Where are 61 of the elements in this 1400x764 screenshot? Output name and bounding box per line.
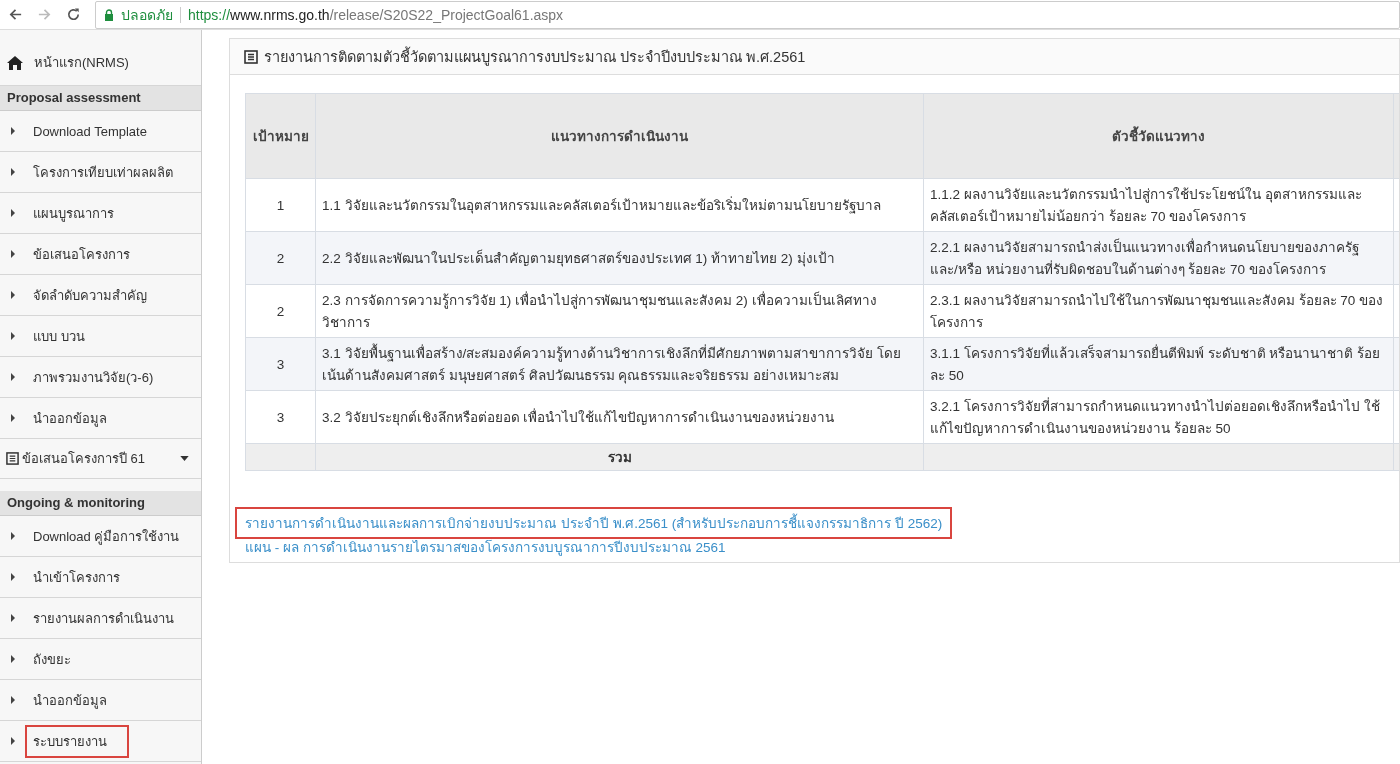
column-header: แนวทางการดำเนินงาน: [315, 93, 924, 179]
table-cell: 3.1 วิจัยพื้นฐานเพื่อสร้าง/สะสมองค์ความรู้ทางด้านวิชาการเชิงลึกที่มีศักยภาพตามสาขาการวิจัย โดยเน้นด้านสังคมศาสตร์ มนุษยศาสตร์ ศิลปวัฒนธรรม คุณธรรมและจริยธรรม อย่างเหมาะสม: [315, 337, 924, 391]
bullet-icon: [11, 127, 15, 135]
bullet-icon: [11, 373, 15, 381]
bullet-icon: [11, 696, 15, 704]
house-icon: [7, 55, 23, 70]
bullet-icon: [11, 655, 15, 663]
table-cell: 2.2 วิจัยและพัฒนาในประเด็นสำคัญตามยุทธศาสตร์ของประเทศ 1) ท้าทายไทย 2) มุ่งเป้า: [315, 231, 924, 285]
section-heading: Ongoing & monitoring: [0, 491, 201, 516]
caret-icon: [180, 456, 189, 461]
total-label: รวม: [315, 443, 924, 471]
sidebar-item[interactable]: โครงการเทียบเท่าผลผลิต: [27, 157, 179, 187]
document-icon: [6, 452, 19, 465]
security-label: ปลอดภัย: [121, 5, 173, 25]
dropdown-menu-item[interactable]: ข้อเสนอโครงการปี 61: [0, 439, 201, 479]
table-cell: 1: [245, 178, 316, 232]
bullet-icon: [11, 414, 15, 422]
address-bar[interactable]: ปลอดภัย https://www.nrms.go.th/release/S20S22_ProjectGoal61.aspx: [95, 0, 1400, 29]
table-cell: 2: [245, 231, 316, 285]
section-heading: Proposal assessment: [0, 86, 201, 111]
sidebar-item[interactable]: ถังขยะ: [27, 644, 77, 674]
sidebar-item[interactable]: จัดลำดับความสำคัญ: [27, 280, 153, 310]
bullet-icon: [11, 737, 15, 745]
back-icon[interactable]: [8, 7, 23, 22]
bullet-icon: [11, 291, 15, 299]
sidebar-item[interactable]: นำออกข้อมูล: [27, 685, 113, 715]
bullet-icon: [11, 332, 15, 340]
reload-icon[interactable]: [66, 7, 81, 22]
url-text: https://www.nrms.go.th/release/S20S22_ProjectGoal61.aspx: [188, 6, 564, 23]
table-cell: 3: [245, 390, 316, 444]
table-cell: 3.2 วิจัยประยุกต์เชิงลึกหรือต่อยอด เพื่อนำไปใช้แก้ไขปัญหาการดำเนินงานของหน่วยงาน: [315, 390, 924, 444]
sidebar-item[interactable]: Download คู่มือการใช้งาน: [27, 521, 186, 551]
table-cell: 1.1.2 ผลงานวิจัยและนวัตกรรมนำไปสู่การใช้ประโยชน์ใน อุตสาหกรรมและคลัสเตอร์เป้าหมายไม่น้อยกว่า ร้อยละ 70 ของโครงการ: [923, 178, 1394, 232]
sidebar-item[interactable]: Download Template: [27, 119, 153, 143]
document-icon: [244, 49, 258, 64]
sidebar-item[interactable]: ข้อเสนอโครงการ: [27, 239, 136, 269]
table-cell: 2.2.1 ผลงานวิจัยสามารถนำส่งเป็นแนวทางเพื่อกำหนดนโยบายของภาครัฐ และ/หรือ หน่วยงานที่รับผิดชอบในด้านต่างๆ ร้อยละ 70 ของโครงการ: [923, 231, 1394, 285]
sidebar-item[interactable]: นำออกข้อมูล: [27, 403, 113, 433]
table-cell: 2.3 การจัดการความรู้การวิจัย 1) เพื่อนำไปสู่การพัฒนาชุมชนและสังคม 2) เพื่อความเป็นเลิศทาง วิชาการ: [315, 284, 924, 338]
panel-title: รายงานการติดตามตัวชี้วัดตามแผนบูรณาการงบประมาณ ประจำปีงบประมาณ พ.ศ.2561: [264, 45, 806, 68]
sidebar-item[interactable]: แบบ บวน: [27, 321, 91, 351]
bullet-icon: [11, 614, 15, 622]
sidebar-item[interactable]: แผนบูรณาการ: [27, 198, 120, 228]
bullet-icon: [11, 209, 15, 217]
sidebar-item[interactable]: ภาพรวมงานวิจัย(ว-6): [27, 362, 160, 392]
column-header: ตัวชี้วัดแนวทาง: [923, 93, 1394, 179]
bullet-icon: [11, 532, 15, 540]
sidebar-item[interactable]: รายงานผลการดำเนินงาน: [27, 603, 180, 633]
bullet-icon: [11, 250, 15, 258]
bullet-icon: [11, 573, 15, 581]
column-header: เป้าหมาย: [245, 93, 316, 179]
sidebar-item[interactable]: ระบบรายงาน: [27, 726, 127, 756]
table-cell: 1.1 วิจัยและนวัตกรรมในอุตสาหกรรมและคลัสเตอร์เป้าหมายและข้อริเริ่มใหม่ตามนโยบายรัฐบาล: [315, 178, 924, 232]
sidebar-item[interactable]: นำเข้าโครงการ: [27, 562, 126, 592]
table-cell: 3.2.1 โครงการวิจัยที่สามารถกำหนดแนวทางนำไปต่อยอดเชิงลึกหรือนำไป ใช้แก้ไขปัญหาการดำเนินงานของหน่วยงาน ร้อยละ 50: [923, 390, 1394, 444]
bullet-icon: [11, 168, 15, 176]
table-cell: 3.1.1 โครงการวิจัยที่แล้วเสร็จสามารถยื่นตีพิมพ์ ระดับชาติ หรือนานาชาติ ร้อยละ 50: [923, 337, 1394, 391]
table-cell: 2.3.1 ผลงานวิจัยสามารถนำไปใช้ในการพัฒนาชุมชนและสังคม ร้อยละ 70 ของโครงการ: [923, 284, 1394, 338]
lock-icon: [104, 8, 114, 21]
table-cell: 3: [245, 337, 316, 391]
table-cell: 2: [245, 284, 316, 338]
